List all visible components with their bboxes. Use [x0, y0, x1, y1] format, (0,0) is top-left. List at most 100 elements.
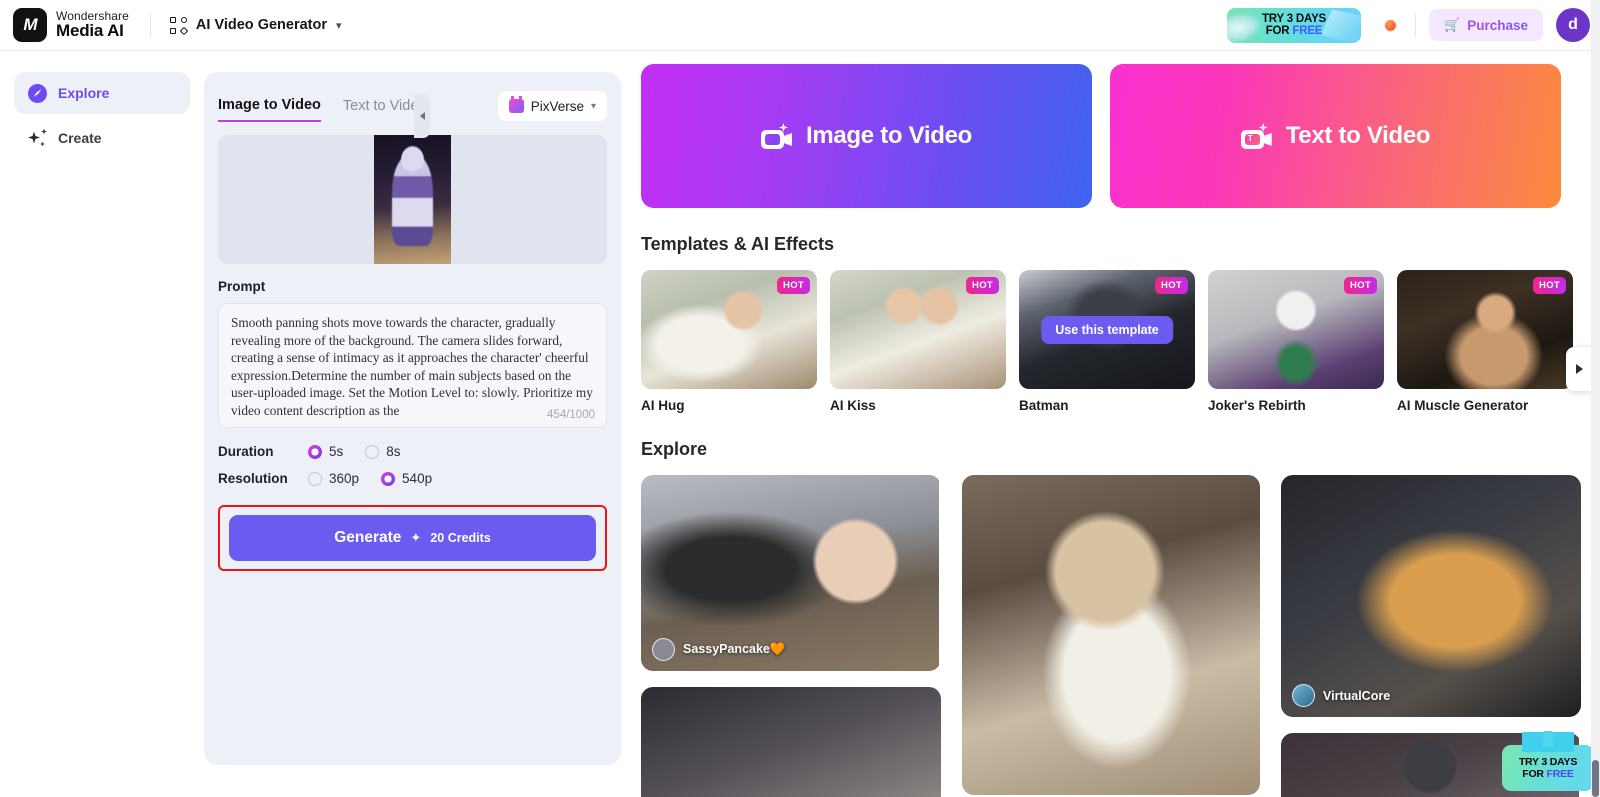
template-card[interactable]: HOT Joker's Rebirth: [1208, 270, 1397, 413]
prompt-text: Smooth panning shots move towards the ch…: [231, 315, 593, 418]
chevron-down-icon: ▾: [590, 100, 596, 112]
brand-logo-group[interactable]: M Wondershare Media AI: [13, 8, 129, 42]
chevron-down-icon: ▾: [336, 19, 342, 32]
app-header: M Wondershare Media AI AI Video Generato…: [0, 0, 1600, 51]
resolution-option-540p[interactable]: 540p: [381, 471, 432, 486]
scrollbar-thumb[interactable]: [1592, 760, 1599, 797]
template-card[interactable]: HOT AI Hug: [641, 270, 830, 413]
template-card[interactable]: HOT Use this template Batman: [1019, 270, 1208, 413]
explore-artwork: [962, 475, 1260, 795]
try-free-promo-banner[interactable]: TRY 3 DAYS FOR FREE: [1227, 7, 1362, 43]
prompt-character-counter: 454/1000: [547, 409, 595, 421]
wondershare-logo-icon: M: [13, 8, 47, 42]
sidebar-item-label: Explore: [58, 85, 110, 101]
logo-mark: M: [23, 15, 37, 34]
sidebar-item-explore[interactable]: Explore: [14, 72, 190, 114]
template-thumbnail: HOT Use this template: [1019, 270, 1195, 389]
user-avatar[interactable]: d: [1556, 8, 1590, 42]
hot-badge: HOT: [966, 277, 999, 294]
template-thumbnail: HOT: [641, 270, 817, 389]
resolution-row: Resolution 360p 540p: [218, 471, 607, 486]
template-name: AI Hug: [641, 398, 685, 413]
duration-label: Duration: [218, 444, 274, 459]
banner-image-to-video[interactable]: Image to Video: [641, 64, 1092, 208]
generate-credits-label: 20 Credits: [430, 531, 491, 545]
resolution-option-label: 540p: [402, 471, 433, 486]
avatar-initial: d: [1568, 16, 1578, 33]
panel-tabs: Image to Video Text to Video PixVerse ▾: [218, 72, 607, 128]
explore-card-user: SassyPancake🧡: [652, 638, 785, 661]
resolution-option-label: 360p: [329, 471, 360, 486]
template-thumbnail: HOT: [1208, 270, 1384, 389]
model-selector[interactable]: PixVerse ▾: [497, 91, 607, 121]
explore-card[interactable]: [962, 475, 1260, 795]
model-name: PixVerse: [530, 98, 584, 114]
hot-badge: HOT: [1344, 277, 1377, 294]
image-to-video-icon: [760, 123, 792, 149]
main-content: Image to Video T Text to Video Templates…: [641, 64, 1592, 797]
resolution-option-360p[interactable]: 360p: [308, 471, 359, 486]
tab-image-to-video[interactable]: Image to Video: [218, 97, 321, 122]
hot-badge: HOT: [1155, 277, 1188, 294]
purchase-label: Purchase: [1467, 17, 1528, 33]
banner-label: Text to Video: [1285, 122, 1431, 149]
explore-column: [962, 475, 1260, 797]
explore-card[interactable]: VirtualCore: [1281, 475, 1581, 717]
floating-try-free-promo[interactable]: TRY 3 DAYS FOR FREE: [1502, 745, 1594, 791]
avatar: [652, 638, 675, 661]
duration-option-label: 8s: [386, 444, 401, 459]
purchase-button[interactable]: 🛒 Purchase: [1429, 9, 1543, 41]
duration-option-8s[interactable]: 8s: [365, 444, 401, 459]
template-card[interactable]: HOT AI Kiss: [830, 270, 1019, 413]
header-divider: [149, 12, 151, 38]
explore-artwork: [641, 687, 941, 797]
use-this-template-button[interactable]: Use this template: [1041, 315, 1173, 344]
app-switcher[interactable]: AI Video Generator ▾: [169, 16, 342, 35]
template-card[interactable]: HOT AI Muscle Generator: [1397, 270, 1586, 413]
mode-banners: Image to Video T Text to Video: [641, 64, 1592, 208]
floating-promo-line-1: TRY 3 DAYS: [1518, 756, 1578, 768]
explore-card[interactable]: [641, 687, 941, 797]
collapse-panel-button[interactable]: [414, 94, 430, 138]
duration-row: Duration 5s 8s: [218, 444, 607, 459]
explore-card[interactable]: SassyPancake🧡: [641, 475, 941, 671]
cart-icon: 🛒: [1444, 17, 1461, 32]
generate-button[interactable]: Generate ✦ 20 Credits: [229, 515, 596, 561]
template-name: Joker's Rebirth: [1208, 398, 1306, 413]
prompt-label: Prompt: [218, 279, 266, 294]
sidebar-item-label: Create: [58, 130, 102, 146]
prompt-input[interactable]: Smooth panning shots move towards the ch…: [218, 303, 607, 428]
template-name: Batman: [1019, 398, 1069, 413]
templates-next-button[interactable]: [1566, 347, 1592, 391]
uploaded-image-thumbnail: [374, 135, 451, 264]
explore-username: VirtualCore: [1323, 688, 1391, 703]
duration-option-5s[interactable]: 5s: [308, 444, 343, 459]
promo-line-2: FOR FREE: [1265, 25, 1323, 37]
explore-card-user: VirtualCore: [1292, 684, 1390, 707]
brand-name-bottom: Media AI: [56, 21, 124, 41]
sidebar-item-create[interactable]: Create: [14, 117, 190, 159]
explore-column: SassyPancake🧡: [641, 475, 941, 797]
explore-section-title: Explore: [641, 439, 708, 459]
duration-option-label: 5s: [329, 444, 344, 459]
sparkle-icon: ✦: [410, 530, 422, 545]
radio-icon: [365, 444, 380, 459]
text-to-video-icon: T: [1240, 123, 1272, 149]
hot-badge: HOT: [1533, 277, 1566, 294]
image-upload-preview[interactable]: [218, 135, 607, 264]
floating-promo-line-2: FOR FREE: [1522, 768, 1574, 780]
explore-grid: SassyPancake🧡 VirtualCore: [641, 475, 1592, 797]
sidebar: Explore Create: [0, 51, 204, 797]
page-scrollbar[interactable]: [1591, 0, 1600, 797]
grid-apps-icon: [169, 16, 189, 35]
explore-username: SassyPancake🧡: [683, 642, 786, 656]
template-thumbnail: HOT: [1397, 270, 1573, 389]
templates-row: HOT AI Hug HOT AI Kiss HOT Use this temp…: [641, 270, 1592, 413]
sparkle-icon: [28, 128, 47, 148]
radio-icon: [381, 471, 396, 486]
explore-artwork: [1281, 475, 1581, 717]
notification-dot-icon[interactable]: [1375, 19, 1405, 31]
generate-label: Generate: [334, 529, 402, 546]
avatar: [1292, 684, 1315, 707]
banner-text-to-video[interactable]: T Text to Video: [1110, 64, 1561, 208]
